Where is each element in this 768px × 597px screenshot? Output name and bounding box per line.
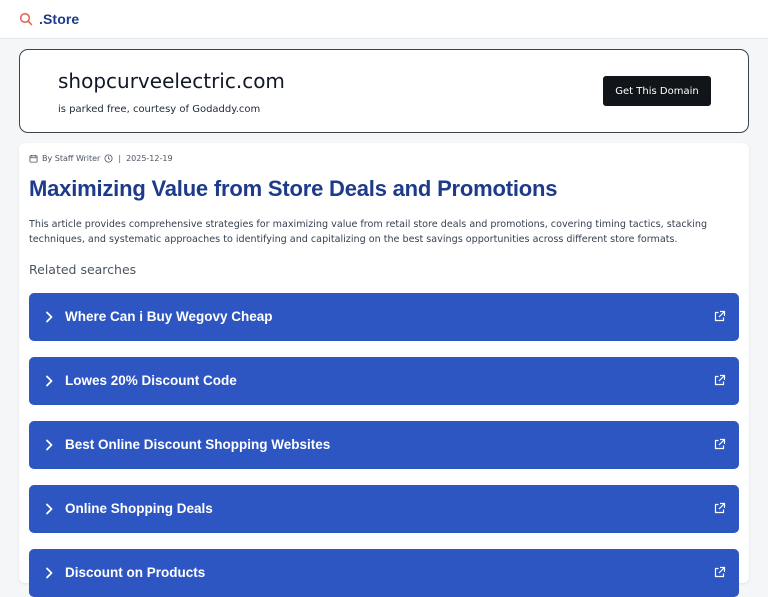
meta-separator: |: [118, 153, 122, 163]
article-meta: By Staff Writer | 2025-12-19: [29, 152, 173, 164]
article-card: By Staff Writer | 2025-12-19 Maximizing …: [19, 143, 749, 597]
related-search-item[interactable]: Best Online Discount Shopping Websites: [29, 421, 739, 469]
external-link-icon: [714, 566, 726, 578]
related-search-label: Lowes 20% Discount Code: [65, 373, 237, 388]
related-search-label: Where Can i Buy Wegovy Cheap: [65, 309, 273, 324]
domain-name: shopcurveelectric.com: [58, 69, 285, 93]
top-bar: .Store: [0, 0, 768, 39]
chevron-right-icon: [46, 439, 53, 451]
get-domain-button[interactable]: Get This Domain: [603, 76, 711, 106]
chevron-right-icon: [46, 375, 53, 387]
clock-icon: [104, 153, 113, 163]
related-search-item[interactable]: Online Shopping Deals: [29, 485, 739, 533]
related-search-label: Discount on Products: [65, 565, 206, 580]
article-title: Maximizing Value from Store Deals and Pr…: [29, 176, 558, 201]
brand-logo[interactable]: .Store: [39, 11, 79, 27]
domain-card: shopcurveelectric.com is parked free, co…: [19, 49, 749, 133]
external-link-icon: [714, 310, 726, 322]
related-search-label: Best Online Discount Shopping Websites: [65, 437, 331, 452]
chevron-right-icon: [46, 503, 53, 515]
author: By Staff Writer: [42, 153, 101, 163]
calendar-icon: [29, 154, 38, 163]
related-search-item[interactable]: Discount on Products: [29, 549, 739, 597]
related-search-label: Online Shopping Deals: [65, 501, 213, 516]
external-link-icon: [714, 438, 726, 450]
chevron-right-icon: [46, 311, 53, 323]
related-search-item[interactable]: Lowes 20% Discount Code: [29, 357, 739, 405]
chevron-right-icon: [46, 567, 53, 579]
related-search-item[interactable]: Where Can i Buy Wegovy Cheap: [29, 293, 739, 341]
search-icon[interactable]: [19, 12, 33, 26]
external-link-icon: [714, 502, 726, 514]
article-summary: This article provides comprehensive stra…: [29, 219, 708, 245]
parked-notice: is parked free, courtesy of Godaddy.com: [58, 104, 261, 115]
external-link-icon: [714, 374, 726, 386]
publish-date: 2025-12-19: [126, 153, 173, 163]
related-searches-heading: Related searches: [29, 262, 137, 277]
